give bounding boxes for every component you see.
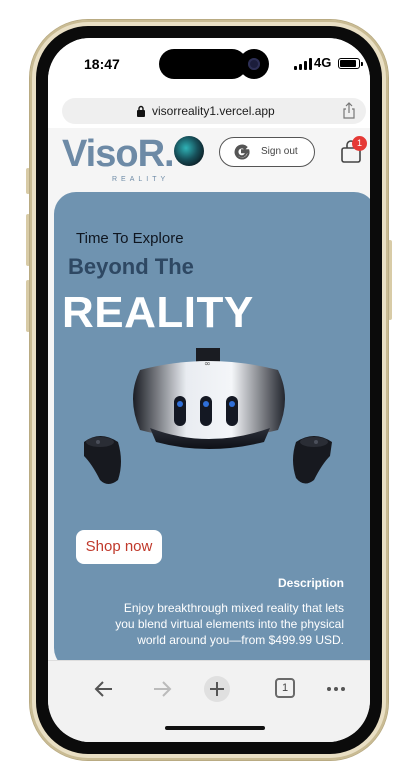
home-indicator <box>165 726 265 730</box>
status-time: 18:47 <box>84 56 120 72</box>
power-button <box>388 240 392 320</box>
description-heading: Description <box>277 576 344 590</box>
hero-kicker: Time To Explore <box>76 230 184 247</box>
tabs-icon[interactable]: 1 <box>275 678 295 698</box>
sign-out-button[interactable]: Sign out <box>219 137 315 167</box>
description-text: Enjoy breakthrough mixed reality that le… <box>115 601 344 647</box>
logo-wordmark: VisoR. <box>62 133 175 175</box>
back-icon[interactable] <box>92 677 116 701</box>
new-tab-icon[interactable] <box>203 675 231 703</box>
logo[interactable]: VisoR. REALITY <box>62 133 175 183</box>
hero-title-line1: Beyond The <box>68 254 194 279</box>
status-bar: 18:47 4G <box>48 38 370 86</box>
forward-icon[interactable] <box>150 677 174 701</box>
phone-screen: 18:47 4G visorreality1.vercel.app VisoR.… <box>48 38 370 742</box>
avatar[interactable] <box>174 136 204 166</box>
vr-headset-image: ∞ <box>84 348 332 484</box>
browser-toolbar: 1 <box>48 660 370 742</box>
address-bar[interactable]: visorreality1.vercel.app <box>62 98 366 124</box>
shop-now-button[interactable]: Shop now <box>76 530 162 564</box>
browser-address-area: visorreality1.vercel.app <box>48 86 370 128</box>
url-text: visorreality1.vercel.app <box>152 104 275 118</box>
more-icon[interactable] <box>324 677 348 701</box>
logo-subtext: REALITY <box>112 176 170 183</box>
hero-card: Time To Explore Beyond The REALITY ∞ Sho… <box>54 192 370 670</box>
dynamic-island <box>159 49 247 79</box>
battery-icon <box>338 58 363 69</box>
site-header: VisoR. REALITY Sign out 1 <box>48 128 370 188</box>
cart-count-badge: 1 <box>352 136 367 151</box>
hero-title-line2: REALITY <box>62 288 254 337</box>
signal-icon <box>294 58 314 70</box>
camera-icon <box>239 49 269 79</box>
lock-icon <box>137 105 145 117</box>
network-type: 4G <box>314 55 332 70</box>
phone-frame: 18:47 4G visorreality1.vercel.app VisoR.… <box>30 20 388 760</box>
google-icon <box>234 144 250 160</box>
sign-out-label: Sign out <box>261 146 298 157</box>
phone-bezel: 18:47 4G visorreality1.vercel.app VisoR.… <box>36 26 382 754</box>
svg-text:∞: ∞ <box>204 359 211 368</box>
share-icon[interactable] <box>342 102 356 120</box>
